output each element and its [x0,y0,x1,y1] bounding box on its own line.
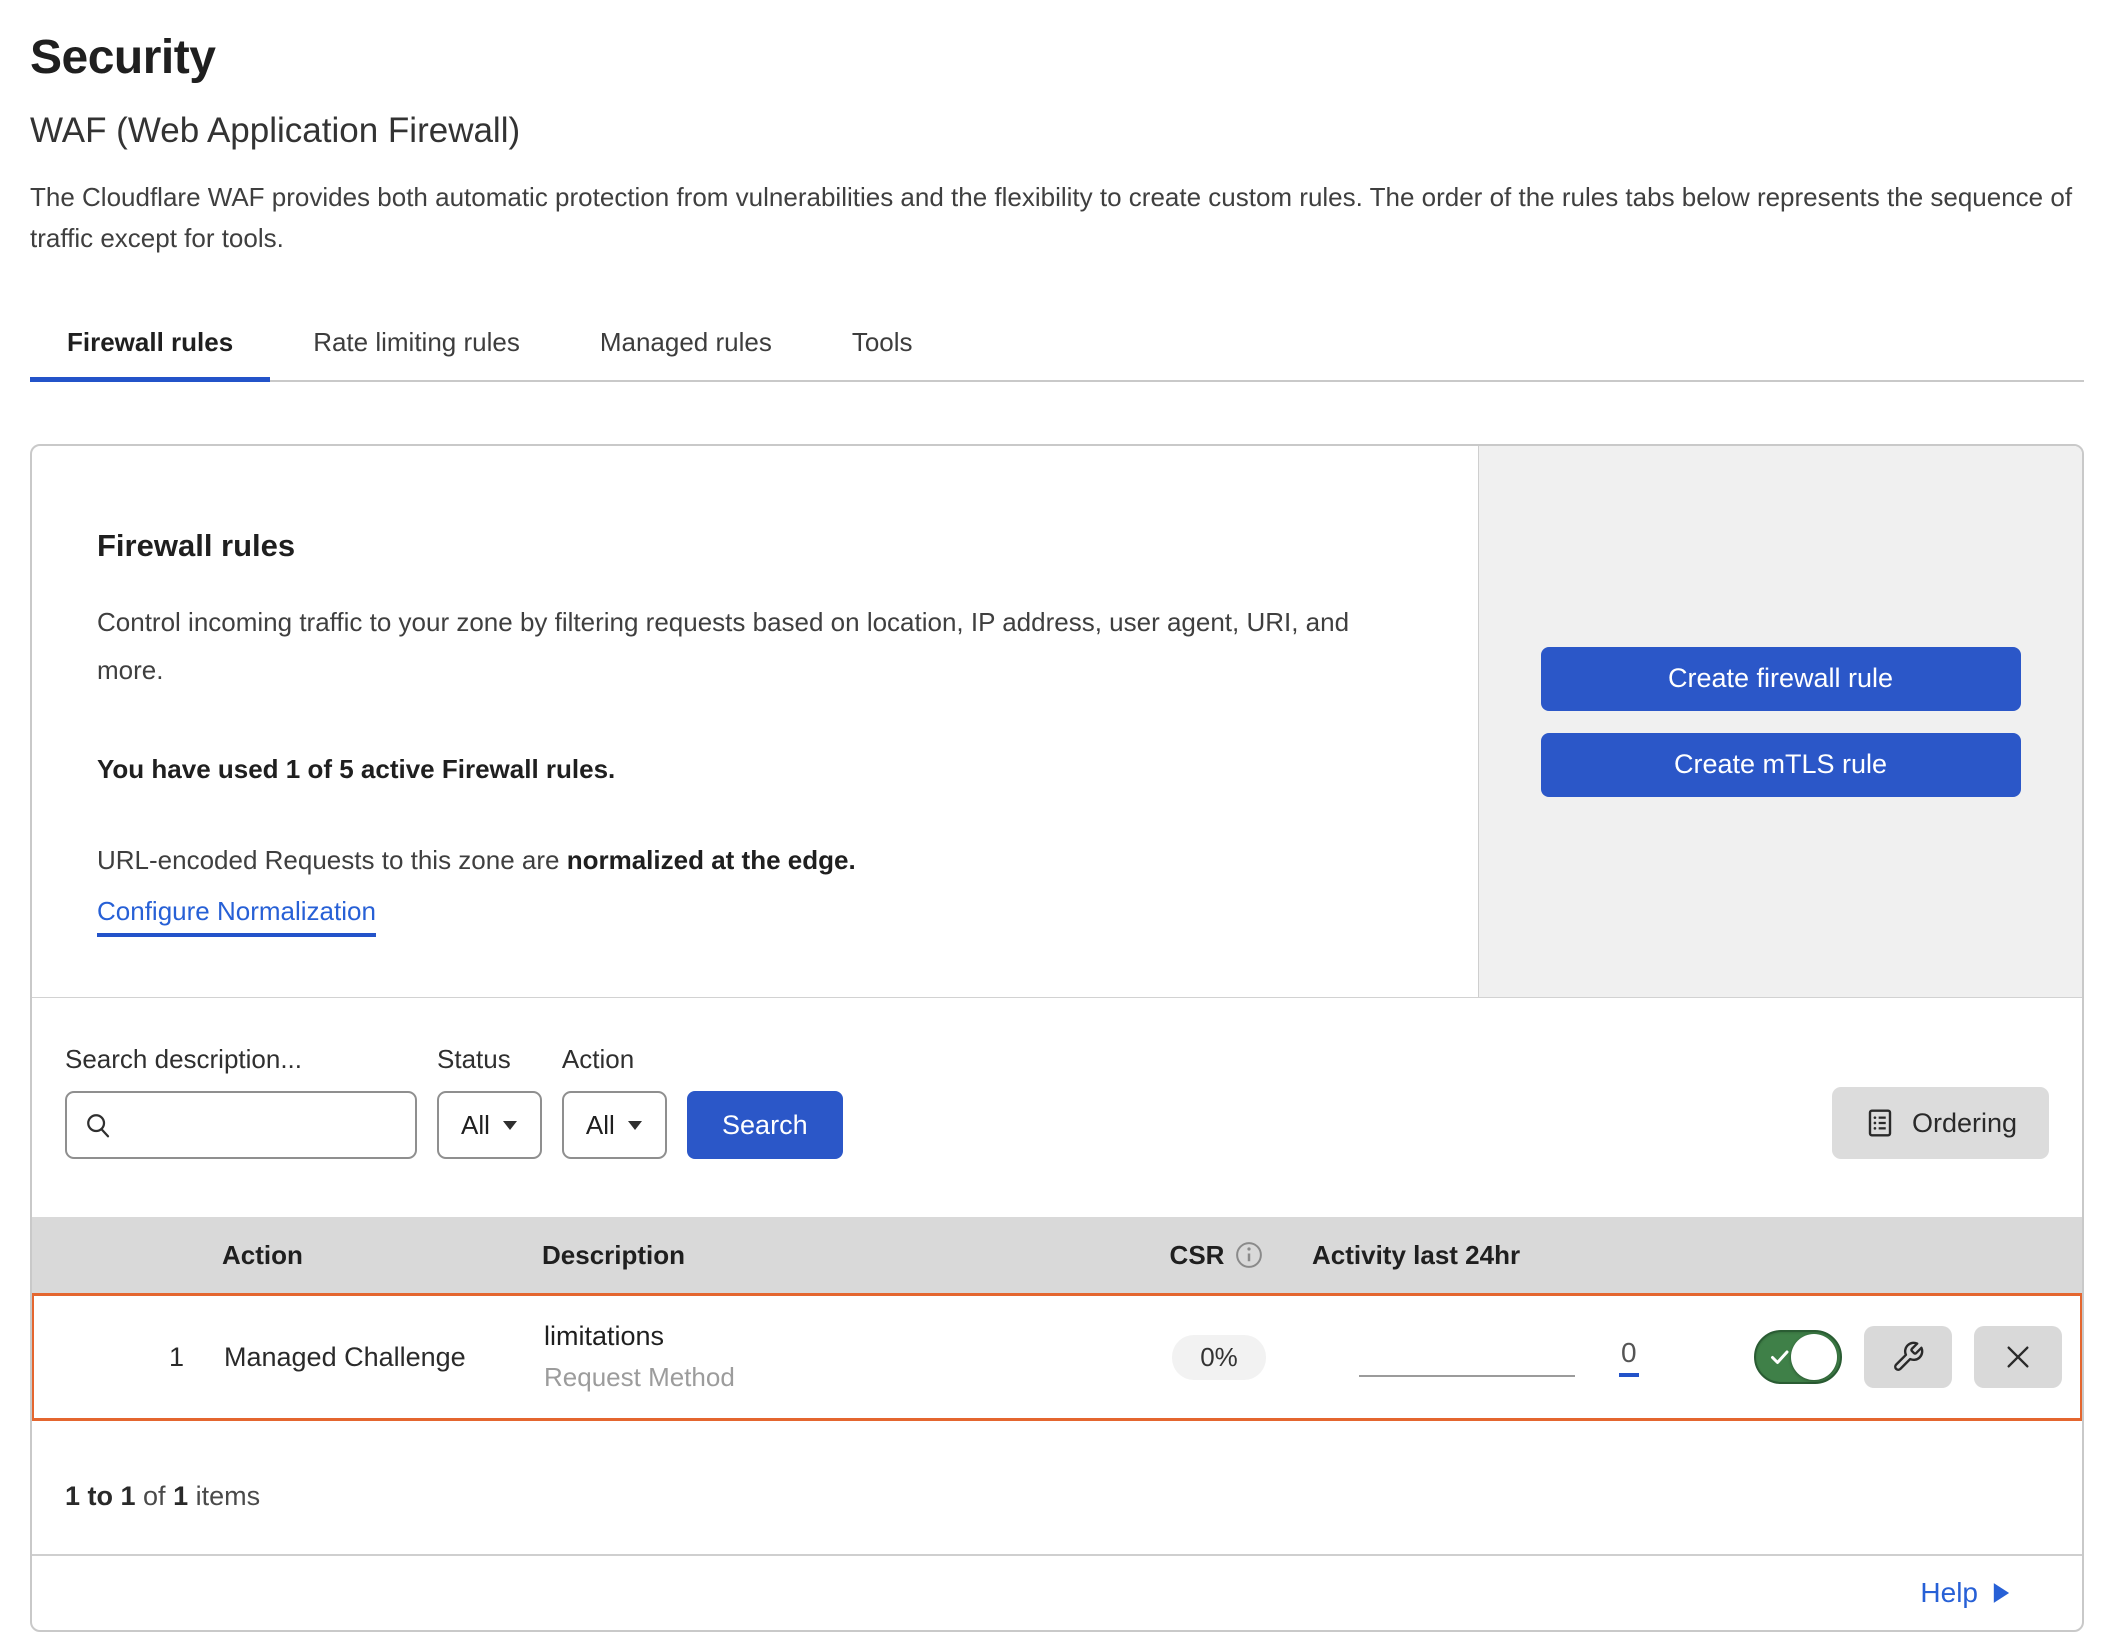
rule-controls [1754,1326,2080,1388]
normalization-bold: normalized at the edge. [567,845,856,875]
rule-activity-cell: 0 [1314,1337,1754,1377]
help-label: Help [1920,1577,1978,1609]
rule-enabled-toggle[interactable] [1754,1330,1842,1384]
search-group: Search description... [65,1044,417,1159]
header-csr: CSR [1122,1240,1312,1271]
waf-security-page: Security WAF (Web Application Firewall) … [0,0,2114,1632]
configure-normalization-link[interactable]: Configure Normalization [97,896,376,937]
normalization-prefix: URL-encoded Requests to this zone are [97,845,567,875]
ordering-button[interactable]: Ordering [1832,1087,2049,1159]
help-row: Help [32,1554,2082,1630]
page-description: The Cloudflare WAF provides both automat… [30,177,2080,259]
triangle-right-icon [1992,1582,2010,1604]
create-firewall-rule-button[interactable]: Create firewall rule [1541,647,2021,711]
table-row: 1 Managed Challenge limitations Request … [31,1293,2083,1421]
normalization-text: URL-encoded Requests to this zone are no… [97,845,1413,876]
firewall-rules-card: Firewall rules Control incoming traffic … [30,444,2084,1632]
activity-sparkline [1359,1337,1575,1377]
page-subtitle: WAF (Web Application Firewall) [30,111,2084,151]
check-icon [1768,1345,1792,1369]
search-button[interactable]: Search [687,1091,843,1159]
table-footer: 1 to 1 of 1 items [32,1421,2082,1554]
search-input[interactable] [123,1110,399,1141]
firewall-rules-info: Firewall rules Control incoming traffic … [32,446,1478,997]
chevron-down-icon [502,1120,518,1131]
range-values: 1 to 1 [65,1481,136,1511]
header-csr-label: CSR [1170,1240,1225,1271]
rule-action: Managed Challenge [224,1342,544,1373]
tab-rate-limiting-rules[interactable]: Rate limiting rules [276,309,557,380]
search-icon [83,1110,113,1140]
header-activity: Activity last 24hr [1312,1240,1752,1271]
filter-bar: Search description... Status All [32,998,2082,1217]
header-description: Description [542,1240,1122,1271]
info-icon[interactable] [1234,1240,1264,1270]
header-action: Action [222,1240,542,1271]
usage-text: You have used 1 of 5 active Firewall rul… [97,754,1413,785]
status-label: Status [437,1044,542,1075]
range-items: items [188,1481,260,1511]
create-mtls-rule-button[interactable]: Create mTLS rule [1541,733,2021,797]
page-title: Security [30,30,2084,85]
rule-description-cell: limitations Request Method [544,1321,1124,1393]
search-box[interactable] [65,1091,417,1159]
ordering-wrap: Ordering [1832,1087,2049,1159]
card-description: Control incoming traffic to your zone by… [97,598,1413,694]
card-actions-panel: Create firewall rule Create mTLS rule [1478,446,2082,997]
chevron-down-icon [627,1120,643,1131]
status-filter-group: Status All [437,1044,542,1159]
rule-description-sub: Request Method [544,1362,1124,1393]
rule-priority: 1 [34,1342,224,1373]
rule-csr-cell: 0% [1124,1335,1314,1380]
action-filter-group: Action All [562,1044,667,1159]
action-label: Action [562,1044,667,1075]
activity-count-link[interactable]: 0 [1619,1339,1639,1377]
tab-tools[interactable]: Tools [815,309,950,380]
csr-badge: 0% [1172,1335,1266,1380]
action-select[interactable]: All [562,1091,667,1159]
card-heading: Firewall rules [97,528,1413,564]
range-total: 1 [173,1481,188,1511]
search-label: Search description... [65,1044,417,1075]
action-select-value: All [586,1110,615,1141]
wrench-icon [1891,1340,1925,1374]
edit-rule-button[interactable] [1864,1326,1952,1388]
toggle-knob [1791,1334,1837,1380]
table-header: Action Description CSR Activity last 24h… [32,1217,2082,1293]
close-icon [2002,1341,2034,1373]
ordering-list-icon [1864,1107,1896,1139]
status-select-value: All [461,1110,490,1141]
waf-tab-bar: Firewall rules Rate limiting rules Manag… [30,309,2084,382]
tab-managed-rules[interactable]: Managed rules [563,309,809,380]
range-of: of [136,1481,174,1511]
items-range: 1 to 1 of 1 items [65,1481,2049,1512]
rule-description[interactable]: limitations [544,1321,1124,1352]
tab-firewall-rules[interactable]: Firewall rules [30,309,270,380]
status-select[interactable]: All [437,1091,542,1159]
delete-rule-button[interactable] [1974,1326,2062,1388]
firewall-rules-summary-section: Firewall rules Control incoming traffic … [32,446,2082,998]
ordering-button-label: Ordering [1912,1108,2017,1139]
help-link[interactable]: Help [1920,1577,2010,1609]
